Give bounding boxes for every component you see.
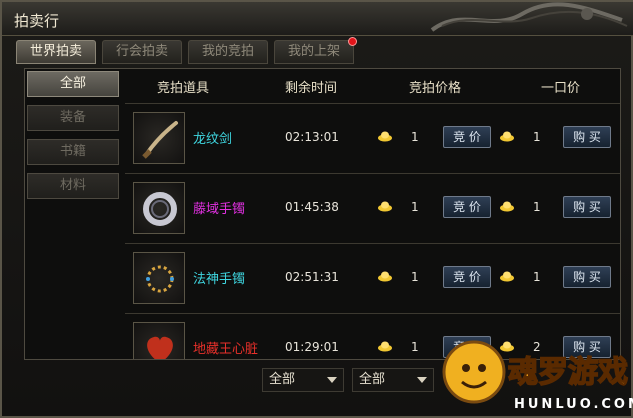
list-item[interactable]: 龙纹剑 02:13:01 1 竞 价 1 购 买	[125, 103, 620, 171]
filter-select-1[interactable]: 全部	[262, 368, 344, 392]
list-item[interactable]: 藤域手镯 01:45:38 1 竞 价 1 购 买	[125, 173, 620, 241]
chevron-down-icon	[417, 377, 427, 383]
auction-window: 拍卖行 世界拍卖 行会拍卖 我的竞拍 我的上架 全部 装备 书籍 材料 竞拍道具…	[0, 0, 633, 418]
bid-button[interactable]: 竞 价	[443, 266, 491, 288]
buy-button[interactable]: 购 买	[563, 266, 611, 288]
svg-text:HUNLUO.COM: HUNLUO.COM	[514, 397, 633, 412]
svg-text:魂罗游戏: 魂罗游戏	[508, 355, 628, 390]
buyout-price: 1	[533, 130, 541, 144]
buyout-price: 1	[533, 270, 541, 284]
mascot-icon: 魂罗游戏 HUNLUO.COM	[442, 340, 633, 412]
item-time: 01:45:38	[285, 200, 339, 214]
gold-ingot-icon	[378, 131, 392, 142]
category-books[interactable]: 书籍	[27, 139, 119, 165]
gold-ingot-icon	[378, 341, 392, 352]
filter-select-2[interactable]: 全部	[352, 368, 434, 392]
category-sidebar: 全部 装备 书籍 材料	[27, 71, 123, 207]
gold-ingot-icon	[500, 131, 514, 142]
gold-ingot-icon	[500, 201, 514, 212]
chevron-down-icon	[327, 377, 337, 383]
item-name: 龙纹剑	[193, 132, 233, 147]
bid-price: 1	[411, 200, 419, 214]
column-bid: 竞拍价格	[409, 81, 462, 96]
tab-my-listings[interactable]: 我的上架	[274, 37, 357, 64]
item-list[interactable]: 竞拍道具 剩余时间 竞拍价格 一口价 龙纹剑 02:13:01 1 竞 价 1 …	[125, 69, 620, 359]
item-name: 藤域手镯	[193, 202, 246, 217]
category-equipment[interactable]: 装备	[27, 105, 119, 131]
list-item[interactable]: 法神手镯 02:51:31 1 竞 价 1 购 买	[125, 243, 620, 311]
auction-panel: 全部 装备 书籍 材料 竞拍道具 剩余时间 竞拍价格 一口价 龙纹剑 02:13…	[24, 68, 621, 360]
column-time: 剩余时间	[285, 81, 338, 96]
tab-world-auction[interactable]: 世界拍卖	[16, 40, 96, 64]
bid-price: 1	[411, 130, 419, 144]
item-time: 02:13:01	[285, 130, 339, 144]
column-buyout: 一口价	[541, 81, 581, 96]
buy-button[interactable]: 购 买	[563, 196, 611, 218]
bid-button[interactable]: 竞 价	[443, 126, 491, 148]
bead-bracelet-icon	[133, 252, 185, 304]
column-item: 竞拍道具	[157, 81, 210, 96]
gold-ingot-icon	[378, 271, 392, 282]
bid-price: 1	[411, 270, 419, 284]
heart-icon	[133, 322, 185, 359]
tab-guild-auction[interactable]: 行会拍卖	[102, 40, 182, 64]
notification-dot-icon	[348, 37, 357, 46]
item-time: 01:29:01	[285, 340, 339, 354]
bid-button[interactable]: 竞 价	[443, 196, 491, 218]
tab-my-bids[interactable]: 我的竞拍	[188, 40, 268, 64]
title-bar: 拍卖行	[2, 2, 633, 36]
item-name: 地藏王心脏	[193, 342, 259, 357]
category-materials[interactable]: 材料	[27, 173, 119, 199]
list-header: 竞拍道具 剩余时间 竞拍价格 一口价	[125, 69, 620, 101]
gold-ingot-icon	[500, 271, 514, 282]
bracelet-icon	[133, 182, 185, 234]
item-name: 法神手镯	[193, 272, 246, 287]
category-all[interactable]: 全部	[27, 71, 119, 97]
dragon-ornament-icon	[430, 2, 628, 32]
watermark-logo: 魂罗游戏 HUNLUO.COM	[434, 320, 633, 418]
window-title: 拍卖行	[14, 12, 60, 30]
buyout-price: 1	[533, 200, 541, 214]
bid-price: 1	[411, 340, 419, 354]
gold-ingot-icon	[378, 201, 392, 212]
item-time: 02:51:31	[285, 270, 339, 284]
sword-icon	[133, 112, 185, 164]
buy-button[interactable]: 购 买	[563, 126, 611, 148]
